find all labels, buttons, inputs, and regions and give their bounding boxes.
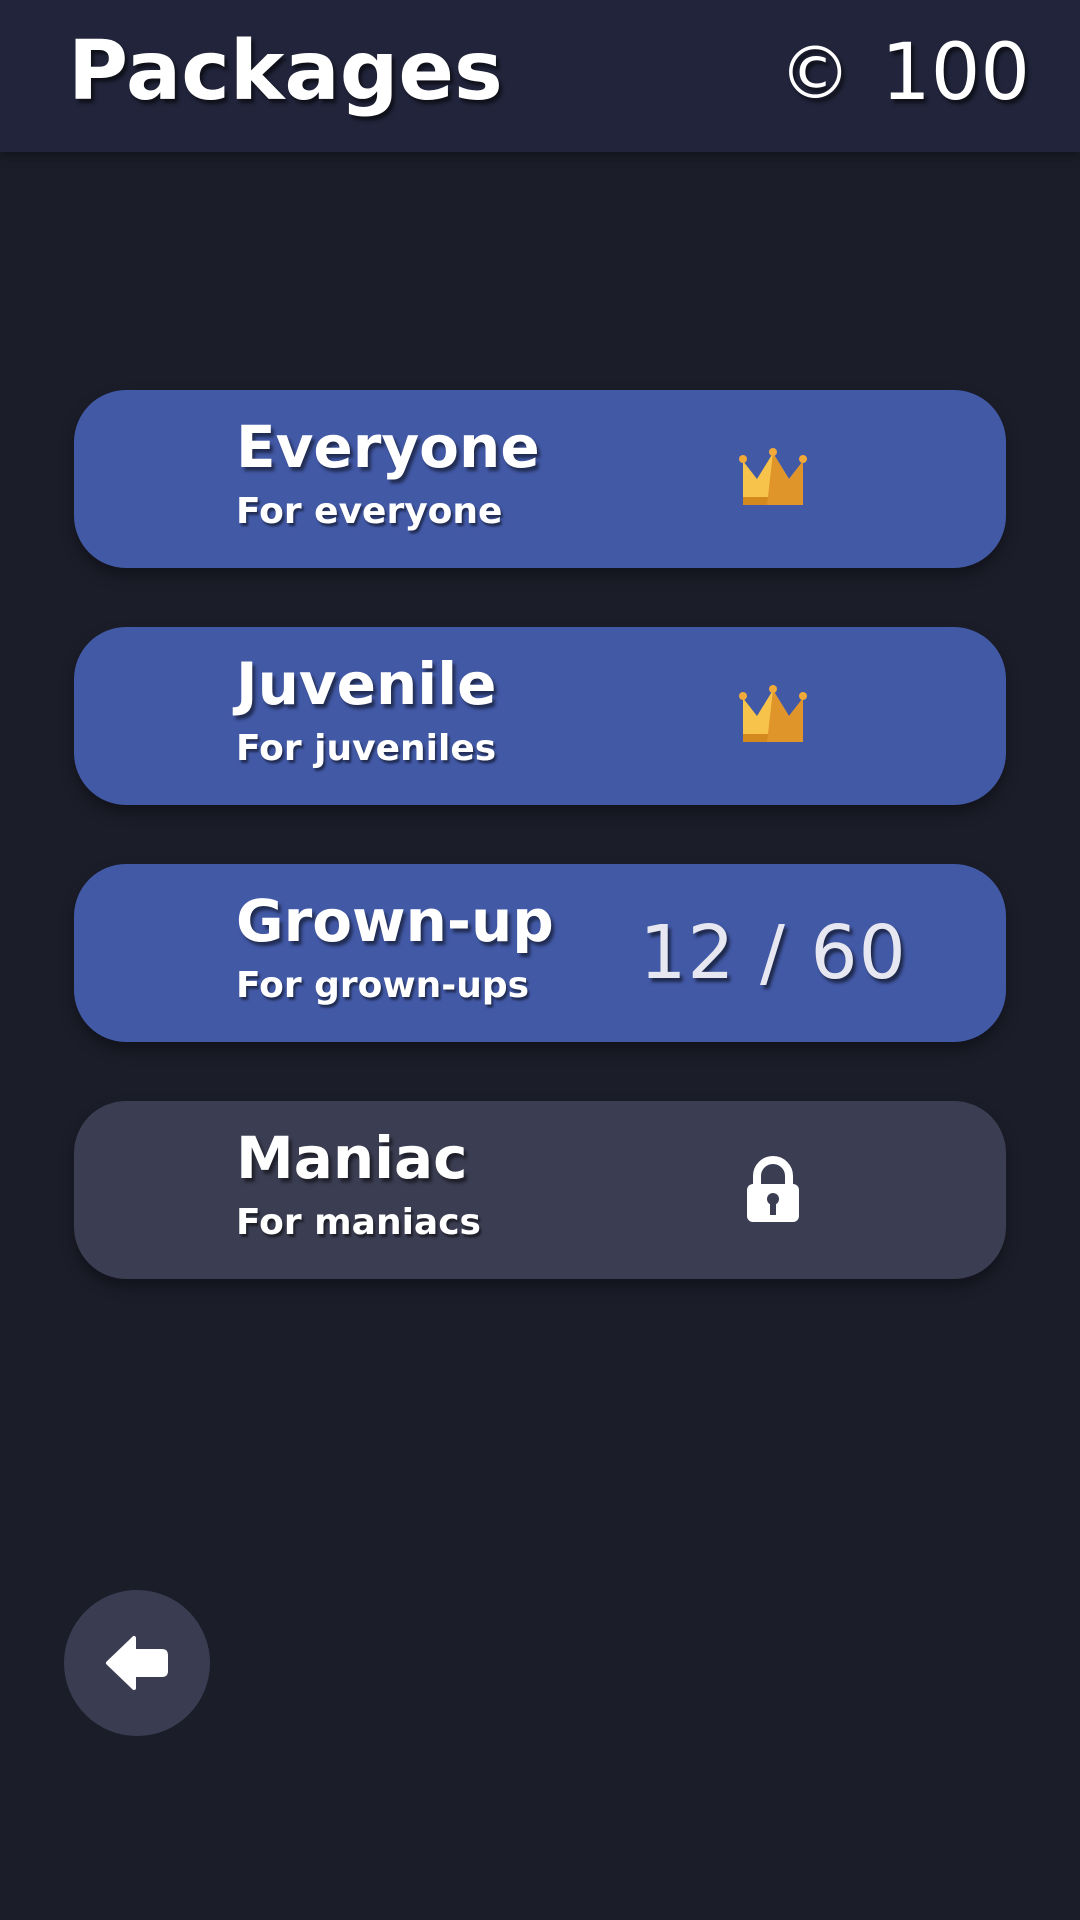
package-card-maniac[interactable]: Maniac For maniacs <box>74 1101 1006 1279</box>
back-arrow-icon <box>106 1636 168 1690</box>
package-description: For everyone <box>236 491 503 532</box>
lock-icon <box>747 1156 799 1222</box>
crown-icon <box>739 448 807 505</box>
package-name: Everyone <box>236 413 540 481</box>
package-description: For juveniles <box>236 728 497 769</box>
package-name: Maniac <box>236 1124 468 1192</box>
package-card-everyone[interactable]: Everyone For everyone <box>74 390 1006 568</box>
crown-icon <box>739 685 807 742</box>
package-description: For grown-ups <box>236 965 530 1006</box>
package-card-grown-up[interactable]: Grown-up For grown-ups 12 / 60 <box>74 864 1006 1042</box>
back-button[interactable] <box>64 1590 210 1736</box>
package-name: Juvenile <box>236 650 497 718</box>
coin-count: 100 <box>881 28 1030 118</box>
top-bar: Packages © 100 <box>0 0 1080 152</box>
package-description: For maniacs <box>236 1202 481 1243</box>
coin-icon: © <box>779 31 852 115</box>
package-card-juvenile[interactable]: Juvenile For juveniles <box>74 627 1006 805</box>
package-progress: 12 / 60 <box>639 910 907 996</box>
page-title: Packages <box>68 24 503 119</box>
package-name: Grown-up <box>236 887 554 955</box>
coin-balance: © 100 <box>779 28 1030 118</box>
